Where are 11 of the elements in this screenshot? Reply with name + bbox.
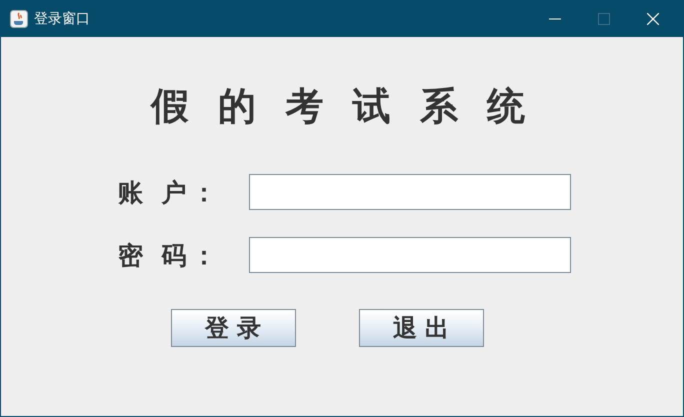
input-field[interactable] bbox=[249, 237, 571, 273]
dialog-button[interactable]: 退 出 bbox=[358, 309, 484, 347]
maximize-icon bbox=[598, 12, 610, 24]
app-icon bbox=[10, 10, 28, 28]
close-icon[interactable] bbox=[647, 12, 659, 24]
input-field[interactable] bbox=[249, 174, 571, 210]
field-label: 账 户： bbox=[117, 176, 223, 208]
dialog-button[interactable]: 登 录 bbox=[170, 309, 296, 347]
window-title: 登录窗口 bbox=[34, 10, 90, 28]
heading: 假 的 考 试 系 统 bbox=[150, 83, 534, 130]
field-label: 密 码： bbox=[117, 240, 223, 272]
